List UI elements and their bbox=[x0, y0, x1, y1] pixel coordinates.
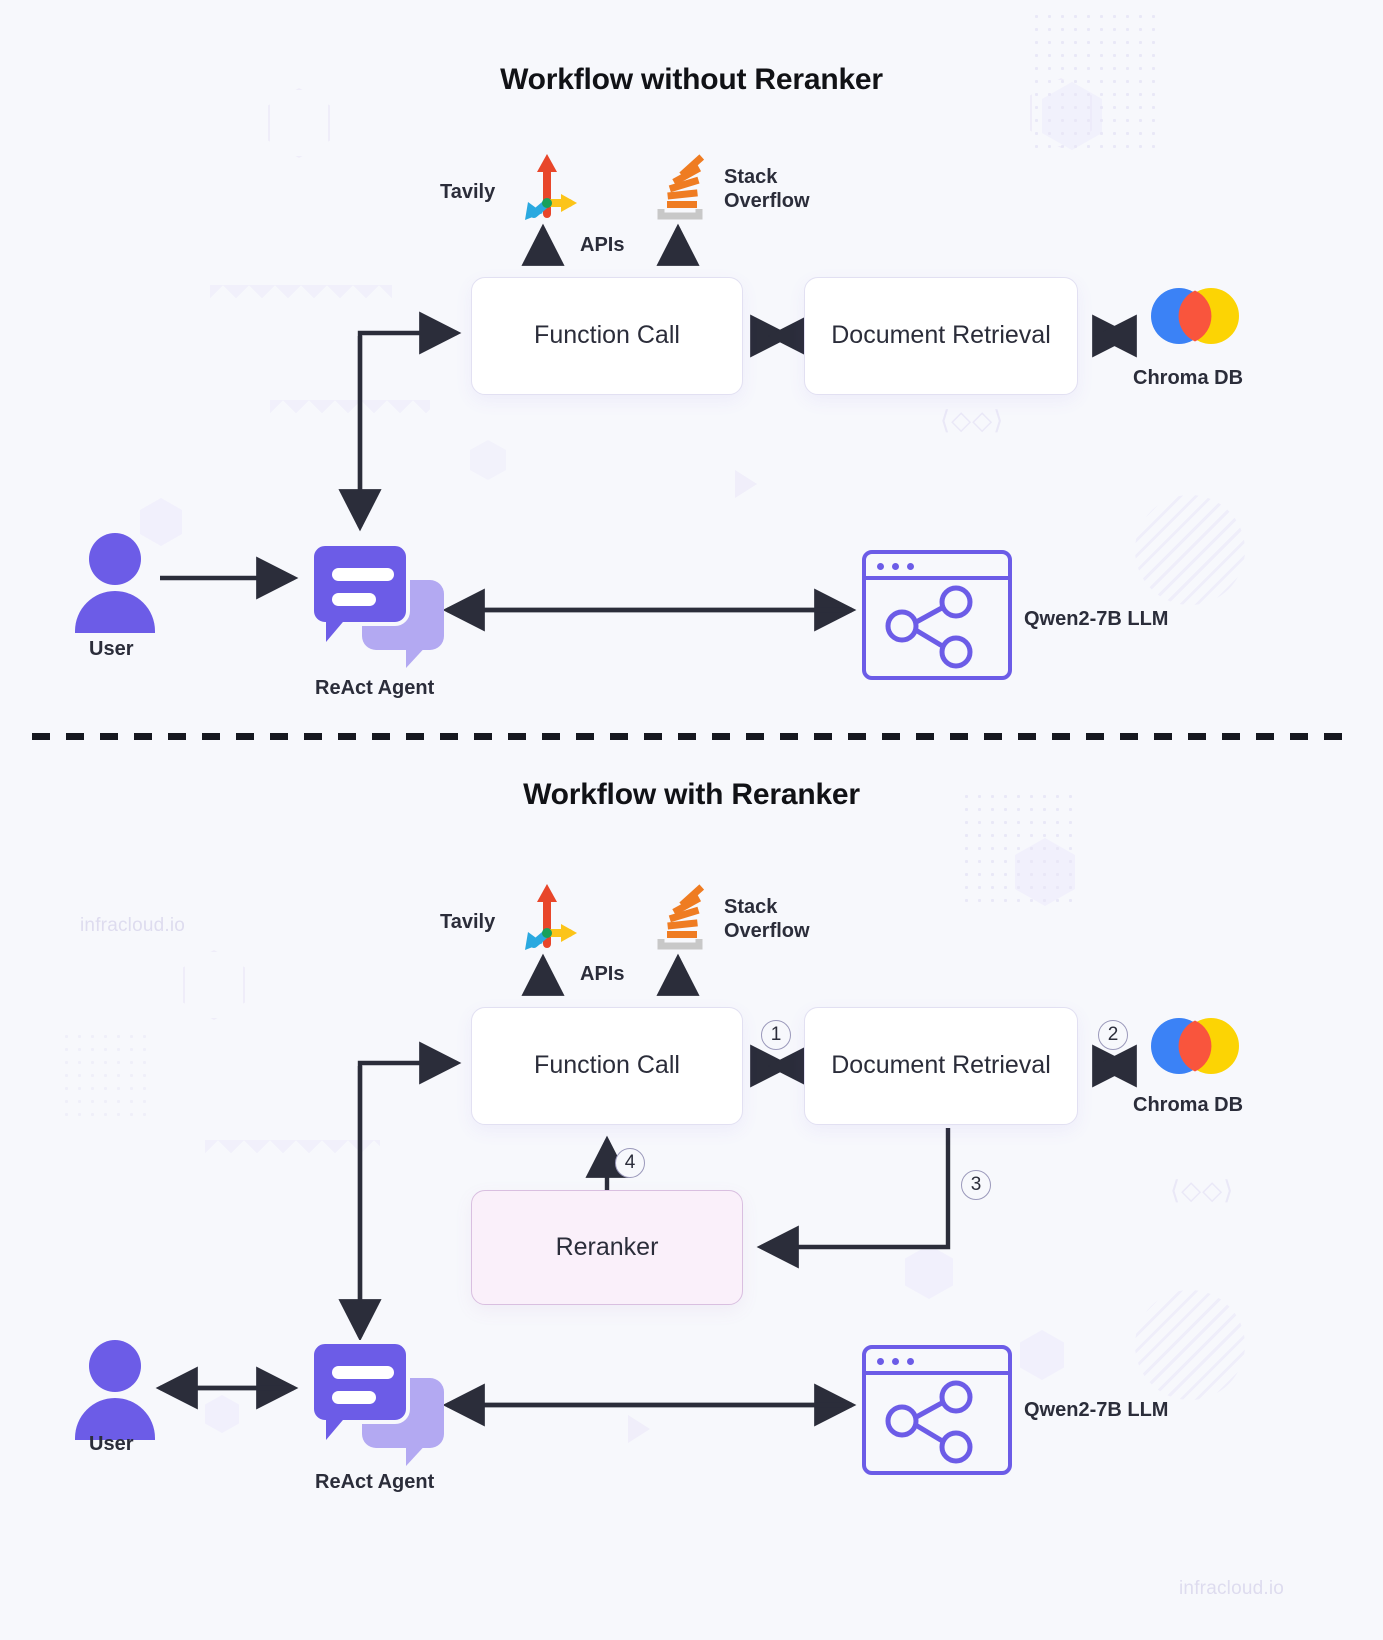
function-call-box[interactable]: Function Call bbox=[471, 1007, 743, 1125]
step-badge-1: 1 bbox=[761, 1020, 791, 1050]
deco-hexagon bbox=[905, 1245, 953, 1299]
stack-overflow-label: Stack Overflow bbox=[724, 895, 834, 944]
deco-hexagon bbox=[183, 950, 245, 1020]
chat-bubble-front bbox=[310, 1340, 410, 1440]
bubble-line-1 bbox=[332, 568, 394, 581]
stack-overflow-logo bbox=[648, 150, 712, 220]
user-icon bbox=[75, 533, 155, 633]
diagram-canvas: ⟨◇◇⟩ ⟨◇◇⟩ Workflow without Reranker Tavi… bbox=[0, 0, 1383, 1640]
llm-label: Qwen2-7B LLM bbox=[1024, 608, 1169, 630]
reranker-box[interactable]: Reranker bbox=[471, 1190, 743, 1305]
browser-titlebar bbox=[866, 1349, 1008, 1375]
user-head bbox=[89, 533, 141, 585]
stack-overflow-label: Stack Overflow bbox=[724, 165, 834, 214]
step-badge-3: 3 bbox=[961, 1170, 991, 1200]
titlebar-dot bbox=[892, 563, 899, 570]
user-head bbox=[89, 1340, 141, 1392]
react-agent-label: ReAct Agent bbox=[315, 1471, 435, 1493]
titlebar-dot bbox=[877, 563, 884, 570]
bubble-line-2 bbox=[332, 593, 376, 606]
titlebar-dot bbox=[907, 1358, 914, 1365]
tavily-label: Tavily bbox=[440, 911, 496, 933]
step-badge-4: 4 bbox=[615, 1148, 645, 1178]
user-label: User bbox=[89, 638, 134, 660]
function-call-box[interactable]: Function Call bbox=[471, 277, 743, 395]
deco-hexagon bbox=[205, 1395, 239, 1433]
section-title-without-reranker: Workflow without Reranker bbox=[500, 63, 883, 96]
section-title-with-reranker: Workflow with Reranker bbox=[523, 778, 860, 811]
document-retrieval-box[interactable]: Document Retrieval bbox=[804, 1007, 1078, 1125]
chat-bubbles-icon bbox=[310, 1340, 450, 1466]
llm-label: Qwen2-7B LLM bbox=[1024, 1399, 1169, 1421]
document-retrieval-box[interactable]: Document Retrieval bbox=[804, 277, 1078, 395]
browser-titlebar bbox=[866, 554, 1008, 580]
stack-overflow-label-text: Stack Overflow bbox=[724, 896, 810, 943]
bubble-line-1 bbox=[332, 1366, 394, 1379]
chroma-db-label: Chroma DB bbox=[1133, 367, 1244, 389]
deco-hexagon bbox=[1020, 1330, 1064, 1380]
deco-stripes bbox=[1135, 1290, 1245, 1400]
stack-overflow-logo bbox=[648, 880, 712, 950]
bubble-line-2 bbox=[332, 1391, 376, 1404]
section-divider bbox=[32, 733, 1351, 740]
browser-network-icon bbox=[862, 550, 1012, 680]
deco-triangle bbox=[735, 470, 757, 498]
deco-zigzag bbox=[210, 285, 392, 311]
deco-hexagon bbox=[470, 440, 506, 480]
deco-hexagon bbox=[268, 88, 330, 158]
watermark-left: infracloud.io bbox=[80, 915, 186, 936]
deco-stripes bbox=[1135, 495, 1245, 605]
browser-window bbox=[862, 550, 1012, 680]
connector-lines bbox=[155, 223, 1137, 1427]
titlebar-dot bbox=[907, 563, 914, 570]
apis-label: APIs bbox=[580, 234, 625, 256]
deco-hexagon bbox=[1015, 838, 1075, 906]
chat-bubble-front bbox=[310, 542, 410, 642]
watermark-right: infracloud.io bbox=[1179, 1578, 1285, 1599]
chroma-db-label: Chroma DB bbox=[1133, 1094, 1244, 1116]
user-label: User bbox=[89, 1433, 134, 1455]
tavily-axes-logo bbox=[513, 878, 579, 950]
deco-dot-grid bbox=[60, 1030, 150, 1120]
user-icon bbox=[75, 1340, 155, 1440]
deco-triangle bbox=[628, 1415, 650, 1443]
deco-zigzag bbox=[205, 1140, 380, 1166]
chroma-db-logo bbox=[1150, 1017, 1240, 1075]
browser-network-icon bbox=[862, 1345, 1012, 1475]
deco-chevrons: ⟨◇◇⟩ bbox=[940, 405, 1005, 435]
deco-zigzag bbox=[270, 400, 430, 426]
titlebar-dot bbox=[892, 1358, 899, 1365]
browser-window bbox=[862, 1345, 1012, 1475]
titlebar-dot bbox=[877, 1358, 884, 1365]
deco-chevrons: ⟨◇◇⟩ bbox=[1170, 1175, 1235, 1205]
step-badge-2: 2 bbox=[1098, 1020, 1128, 1050]
react-agent-label: ReAct Agent bbox=[315, 677, 435, 699]
chat-bubbles-icon bbox=[310, 542, 450, 668]
chroma-db-logo bbox=[1150, 287, 1240, 345]
tavily-axes-logo bbox=[513, 148, 579, 220]
user-body bbox=[75, 591, 155, 633]
stack-overflow-label-text: Stack Overflow bbox=[724, 166, 810, 213]
tavily-label: Tavily bbox=[440, 181, 496, 203]
apis-label: APIs bbox=[580, 963, 625, 985]
